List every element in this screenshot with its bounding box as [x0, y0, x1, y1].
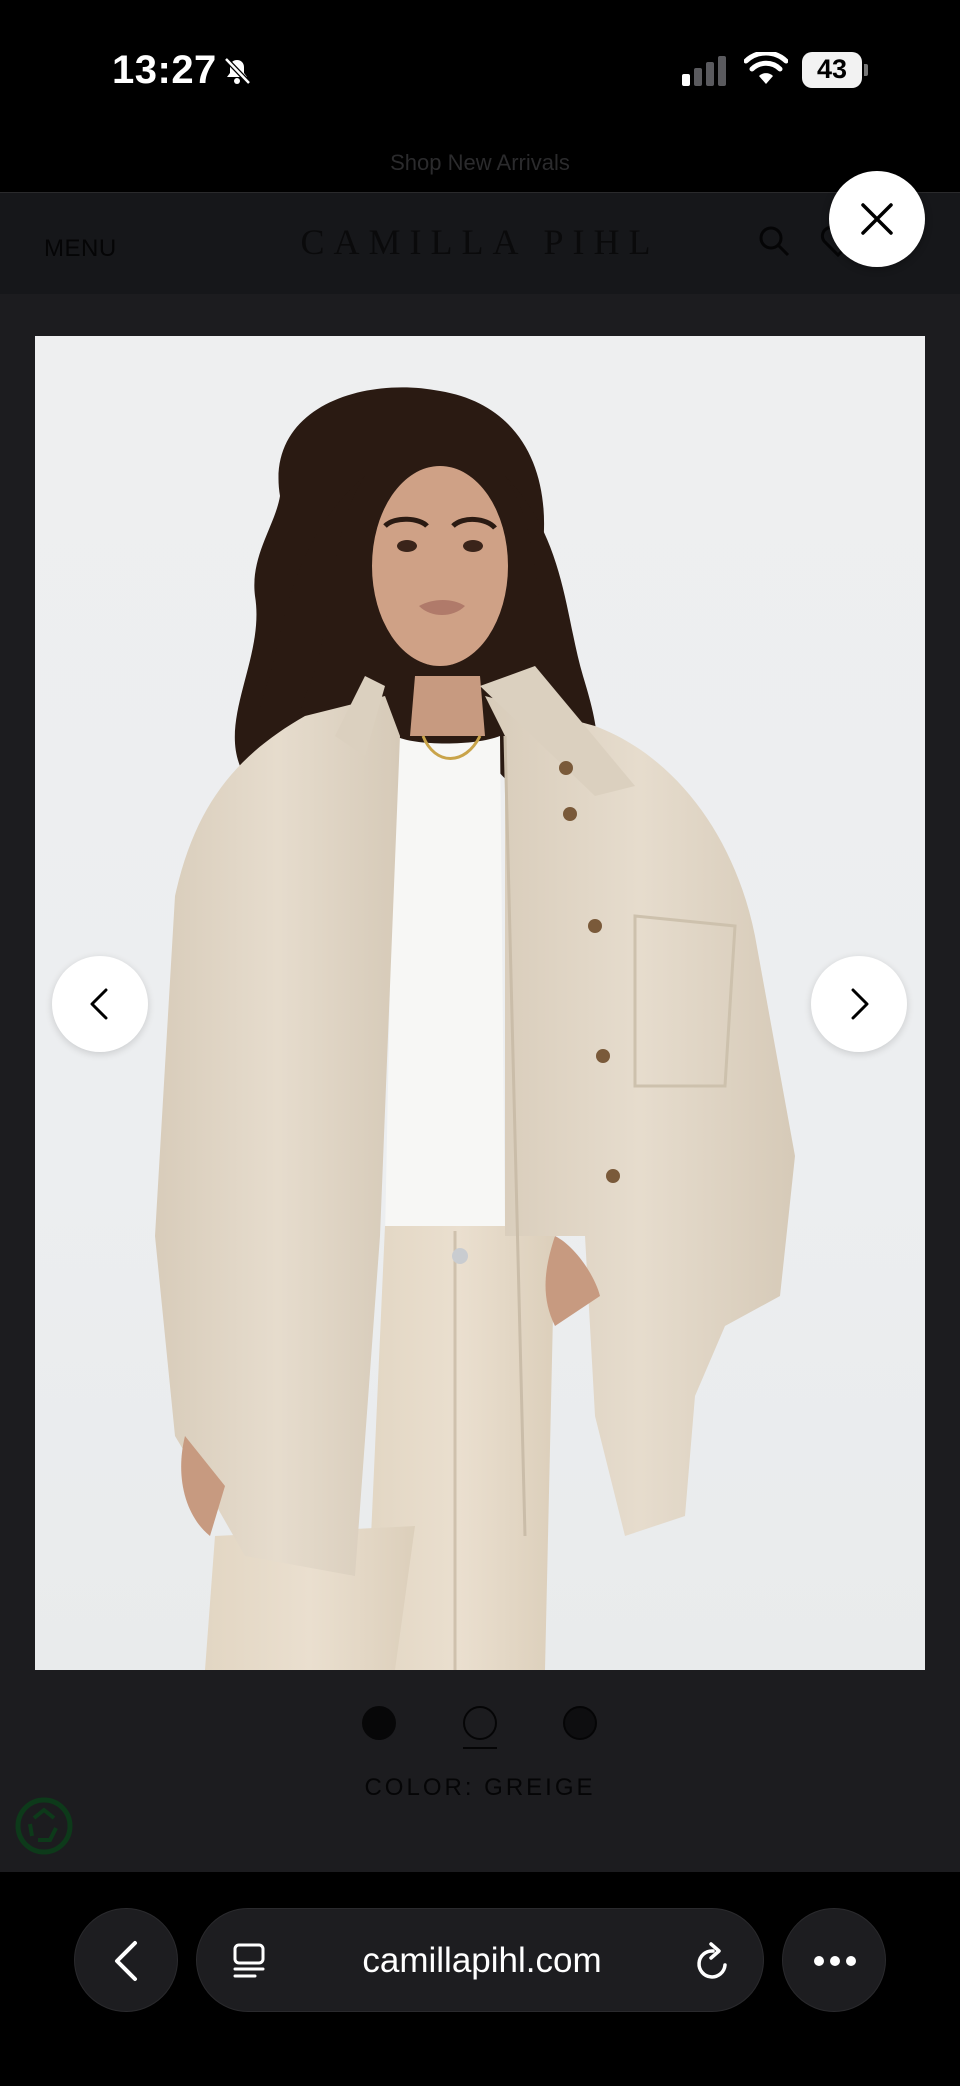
tabs-icon[interactable]: [231, 1941, 267, 1981]
product-color-label: COLOR: GREIGE: [364, 1774, 596, 1801]
status-time: 13:27: [112, 48, 217, 92]
active-slide-indicator: [463, 1747, 497, 1749]
brand-logo[interactable]: CAMILLA PIHL: [0, 221, 960, 263]
status-bar: 13:27 43: [0, 0, 960, 140]
site-header: MENU CAMILLA PIHL: [0, 192, 960, 297]
slide-dot-3[interactable]: [563, 1706, 597, 1740]
search-icon[interactable]: [756, 223, 792, 259]
battery-icon: 43: [802, 52, 868, 88]
announcement-link[interactable]: Shop New Arrivals: [0, 150, 960, 176]
close-gallery-button[interactable]: [829, 171, 925, 267]
chevron-left-icon: [90, 988, 108, 1020]
slide-dot-2[interactable]: [463, 1706, 497, 1740]
product-photo-illustration: [155, 387, 795, 1670]
cellular-signal-icon: [682, 56, 726, 86]
announcement-bar: Shop New Arrivals: [0, 140, 960, 192]
previous-image-button[interactable]: [52, 956, 148, 1052]
bell-slash-icon: [224, 57, 251, 85]
close-icon: [861, 203, 893, 235]
wifi-icon: [744, 52, 788, 84]
browser-back-button[interactable]: [74, 1908, 178, 2012]
recycle-icon: [15, 1797, 73, 1855]
product-image[interactable]: [35, 336, 925, 1670]
browser-more-button[interactable]: [782, 1908, 886, 2012]
address-bar[interactable]: camillapihl.com: [196, 1908, 764, 2012]
url-text[interactable]: camillapihl.com: [267, 1941, 697, 1981]
slide-dot-1[interactable]: [362, 1706, 396, 1740]
chevron-right-icon: [851, 988, 869, 1020]
back-arrow-icon: [115, 1941, 137, 1981]
reload-icon[interactable]: [693, 1939, 733, 1983]
battery-level: 43: [816, 54, 848, 84]
more-icon: [814, 1956, 856, 1966]
next-image-button[interactable]: [811, 956, 907, 1052]
